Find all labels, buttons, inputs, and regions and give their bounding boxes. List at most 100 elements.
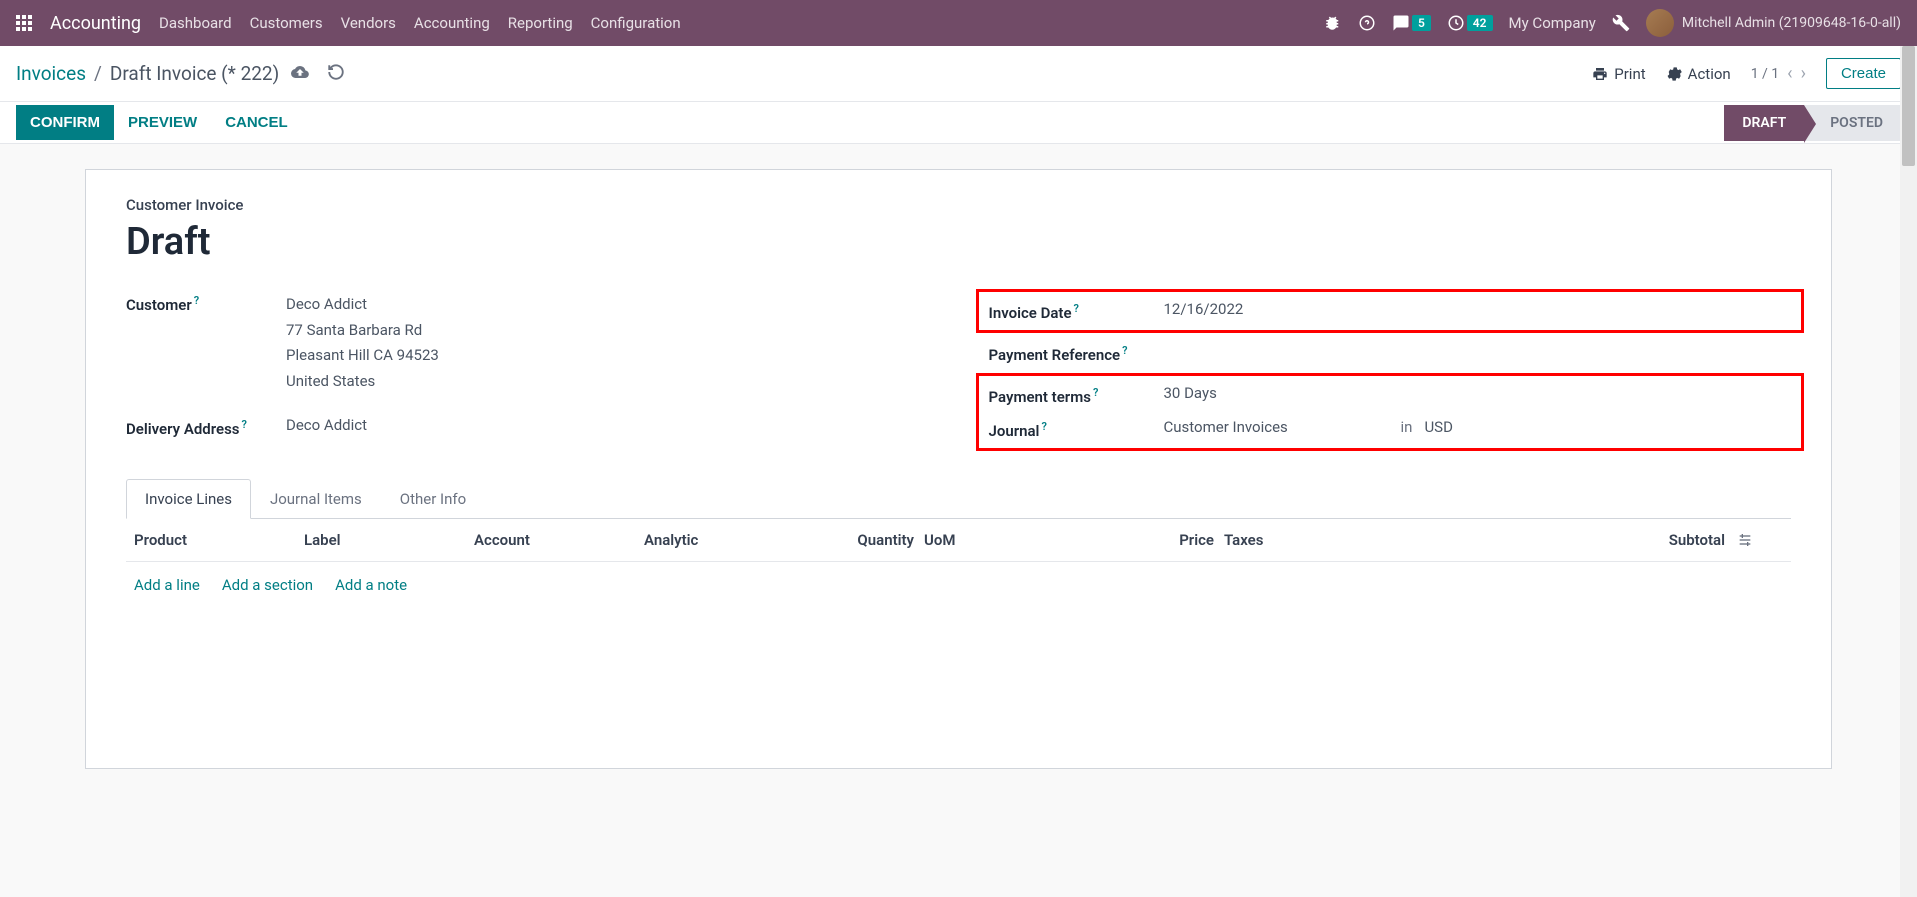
tabs: Invoice Lines Journal Items Other Info [126,478,1791,519]
company-switcher[interactable]: My Company [1509,14,1596,32]
col-price[interactable]: Price [994,531,1224,549]
nav-configuration[interactable]: Configuration [591,14,681,32]
customer-addr3: United States [286,369,929,395]
delivery-label: Delivery Address? [126,416,286,438]
confirm-button[interactable]: CONFIRM [16,105,114,140]
highlight-invoice-date: Invoice Date? 12/16/2022 [976,289,1805,333]
cancel-button[interactable]: CANCEL [211,105,302,140]
print-button[interactable]: Print [1592,65,1645,83]
customer-addr2: Pleasant Hill CA 94523 [286,343,929,369]
preview-button[interactable]: PREVIEW [114,105,211,140]
avatar [1646,9,1674,37]
tab-journal-items[interactable]: Journal Items [251,479,381,519]
nav-accounting[interactable]: Accounting [414,14,490,32]
columns-settings-icon[interactable] [1737,532,1753,548]
col-taxes[interactable]: Taxes [1224,531,1344,549]
col-quantity[interactable]: Quantity [814,531,924,549]
scrollbar-thumb[interactable] [1902,46,1915,166]
messages-icon[interactable]: 5 [1392,14,1431,32]
breadcrumb-current: Draft Invoice (* 222) [110,62,279,85]
support-icon[interactable] [1358,14,1376,32]
actionbar: CONFIRM PREVIEW CANCEL DRAFT POSTED [0,102,1917,144]
tab-other-info[interactable]: Other Info [381,479,485,519]
sheet-title: Draft [126,220,1791,264]
table-body: Add a line Add a section Add a note [126,562,1791,608]
journal-value-row: Customer Invoices in USD [1164,418,1792,436]
nav-reporting[interactable]: Reporting [508,14,573,32]
content: Customer Invoice Draft Customer? Deco Ad… [0,144,1917,794]
apps-icon[interactable] [16,15,32,31]
invoice-date-label: Invoice Date? [989,300,1164,322]
payment-terms-value[interactable]: 30 Days [1164,384,1792,402]
status-draft[interactable]: DRAFT [1724,105,1804,141]
add-line-link[interactable]: Add a line [134,576,200,594]
field-payment-ref: Payment Reference? [989,336,1792,370]
pager: 1 / 1 ‹ › [1751,63,1806,84]
form-row: Customer? Deco Addict 77 Santa Barbara R… [126,286,1791,454]
form-col-right: Invoice Date? 12/16/2022 Payment Referen… [989,286,1792,454]
delivery-value[interactable]: Deco Addict [286,416,929,434]
col-analytic[interactable]: Analytic [644,531,814,549]
activity-badge: 42 [1467,15,1493,31]
field-invoice-date: Invoice Date? 12/16/2022 [989,294,1792,328]
highlight-terms-journal: Payment terms? 30 Days Journal? Customer… [976,373,1805,451]
create-button[interactable]: Create [1826,58,1901,89]
nav-vendors[interactable]: Vendors [341,14,396,32]
col-product[interactable]: Product [134,531,304,549]
sheet: Customer Invoice Draft Customer? Deco Ad… [85,169,1832,769]
subbar-right: Print Action 1 / 1 ‹ › Create [1592,58,1901,89]
col-label[interactable]: Label [304,531,474,549]
add-note-link[interactable]: Add a note [335,576,407,594]
user-menu[interactable]: Mitchell Admin (21909648-16-0-all) [1646,9,1901,37]
customer-name: Deco Addict [286,292,929,318]
subbar-actions [291,63,345,85]
print-label: Print [1614,65,1645,83]
pager-text: 1 / 1 [1751,66,1779,82]
field-journal: Journal? Customer Invoices in USD [989,412,1792,446]
topbar: Accounting Dashboard Customers Vendors A… [0,0,1917,46]
breadcrumb-sep: / [94,62,102,85]
add-section-link[interactable]: Add a section [222,576,313,594]
status-flow: DRAFT POSTED [1724,105,1901,141]
payment-terms-label: Payment terms? [989,384,1164,406]
status-posted[interactable]: POSTED [1804,105,1901,141]
field-delivery: Delivery Address? Deco Addict [126,410,929,444]
topbar-right: 5 42 My Company Mitchell Admin (21909648… [1324,9,1901,37]
activity-icon[interactable]: 42 [1447,14,1493,32]
col-subtotal[interactable]: Subtotal [1344,531,1783,549]
discard-icon[interactable] [327,63,345,85]
app-name[interactable]: Accounting [50,13,141,34]
cloud-icon[interactable] [291,63,309,85]
journal-value[interactable]: Customer Invoices [1164,418,1389,436]
tab-invoice-lines[interactable]: Invoice Lines [126,479,251,519]
breadcrumb-root[interactable]: Invoices [16,62,86,85]
journal-label: Journal? [989,418,1164,440]
scrollbar[interactable] [1900,46,1917,897]
customer-value[interactable]: Deco Addict 77 Santa Barbara Rd Pleasant… [286,292,929,394]
pager-next-icon[interactable]: › [1801,63,1806,84]
invoice-date-value[interactable]: 12/16/2022 [1164,300,1792,318]
breadcrumb: Invoices / Draft Invoice (* 222) [16,62,279,85]
nav-dashboard[interactable]: Dashboard [159,14,232,32]
payment-ref-label: Payment Reference? [989,342,1164,364]
user-name: Mitchell Admin (21909648-16-0-all) [1682,15,1901,31]
col-account[interactable]: Account [474,531,644,549]
tools-icon[interactable] [1612,14,1630,32]
col-uom[interactable]: UoM [924,531,994,549]
nav-customers[interactable]: Customers [250,14,323,32]
field-customer: Customer? Deco Addict 77 Santa Barbara R… [126,286,929,400]
action-label: Action [1688,65,1731,83]
subbar: Invoices / Draft Invoice (* 222) Print A… [0,46,1917,102]
action-button[interactable]: Action [1666,65,1731,83]
topbar-left: Accounting Dashboard Customers Vendors A… [16,13,681,34]
field-payment-terms: Payment terms? 30 Days [989,378,1792,412]
customer-addr1: 77 Santa Barbara Rd [286,318,929,344]
add-links: Add a line Add a section Add a note [134,576,1783,594]
pager-prev-icon[interactable]: ‹ [1787,63,1792,84]
currency-value[interactable]: USD [1424,418,1452,436]
customer-label: Customer? [126,292,286,314]
bug-icon[interactable] [1324,14,1342,32]
journal-in: in [1401,418,1413,436]
form-col-left: Customer? Deco Addict 77 Santa Barbara R… [126,286,929,454]
sheet-type-label: Customer Invoice [126,196,1791,214]
